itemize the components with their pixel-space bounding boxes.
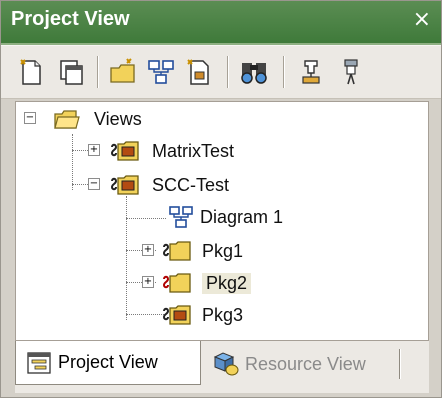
expand-icon[interactable]: + <box>88 144 100 156</box>
resource-view-icon <box>213 352 239 376</box>
tree-item-label: Pkg2 <box>202 272 252 294</box>
folder-icon <box>54 110 80 129</box>
tree-item-diagram-1[interactable]: Diagram 1 <box>168 202 283 232</box>
package-icon <box>162 305 191 325</box>
tree-item-pkg2[interactable]: Pkg2 <box>162 268 252 298</box>
tree-item-pkg3[interactable]: Pkg3 <box>162 300 243 330</box>
find-icon[interactable] <box>237 54 273 90</box>
tree-item-label: Diagram 1 <box>200 206 284 227</box>
tool-icon[interactable] <box>333 54 369 90</box>
package-icon <box>110 141 139 161</box>
diagram-icon[interactable] <box>143 54 179 90</box>
package-icon <box>110 175 139 195</box>
toolbar <box>1 45 441 99</box>
tree-item-label: Views <box>94 108 142 129</box>
tab-label: Project View <box>58 352 158 372</box>
package-icon <box>162 273 191 293</box>
project-view-icon <box>27 351 51 374</box>
expand-icon[interactable]: + <box>142 276 154 288</box>
properties-icon[interactable] <box>293 54 329 90</box>
copy-windows-icon[interactable] <box>53 54 89 90</box>
new-folder-icon[interactable] <box>105 54 141 90</box>
tab-resource-view[interactable]: Resource View <box>205 345 401 383</box>
package-icon <box>162 241 191 261</box>
title-bar[interactable]: Project View × <box>1 1 441 45</box>
diagram-icon <box>169 206 193 228</box>
tree-item-views[interactable]: Views <box>52 104 142 134</box>
tree-item-label: MatrixTest <box>152 140 235 161</box>
tree-item-scc-test[interactable]: SCC-Test <box>110 170 229 200</box>
collapse-icon[interactable]: − <box>24 112 36 124</box>
project-tree[interactable]: − Views + MatrixTest − SCC-Test Diagram … <box>15 101 429 341</box>
tree-item-label: Pkg1 <box>202 240 244 261</box>
project-view-panel: Project View × − Views + MatrixTest − SC… <box>0 0 442 398</box>
tree-item-label: SCC-Test <box>152 174 230 195</box>
tree-item-pkg1[interactable]: Pkg1 <box>162 236 243 266</box>
tree-item-matrixtest[interactable]: MatrixTest <box>110 136 234 166</box>
view-tabs: Project View Resource View <box>15 341 429 393</box>
collapse-icon[interactable]: − <box>88 178 100 190</box>
expand-icon[interactable]: + <box>142 244 154 256</box>
panel-title: Project View <box>11 8 130 30</box>
new-file-icon[interactable] <box>181 54 217 90</box>
close-icon[interactable]: × <box>413 7 431 32</box>
tree-item-label: Pkg3 <box>202 304 244 325</box>
tab-project-view[interactable]: Project View <box>15 341 201 385</box>
new-document-icon[interactable] <box>13 54 49 90</box>
tab-label: Resource View <box>245 353 366 374</box>
